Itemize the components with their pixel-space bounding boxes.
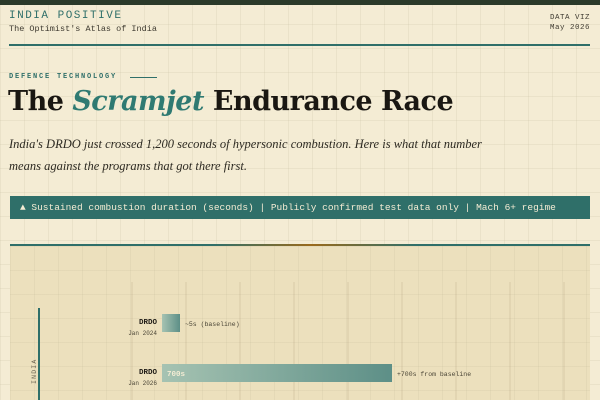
kicker-rule (130, 77, 157, 78)
bar-annotation: ~5s (baseline) (185, 321, 240, 328)
bar-label-program: DRDO (139, 369, 158, 377)
page-title: The Scramjet Endurance Race (8, 86, 454, 117)
brand-name[interactable]: INDIA POSITIVE (9, 10, 122, 22)
bar-label-date: Jan 2024 (128, 330, 157, 337)
chart-svg: INDIA DRDO Jan 2024 ~5s (baseline) DRDO Jan … (31, 282, 565, 400)
bar-annotation: +700s from baseline (397, 371, 471, 378)
brand-tagline: The Optimist's Atlas of India (9, 24, 157, 34)
bar[interactable] (162, 314, 180, 332)
top-bar (0, 0, 600, 5)
headline-pre: The (8, 86, 73, 117)
bar-value-label: 700s (167, 371, 186, 379)
section-kicker: DEFENCE TECHNOLOGY (9, 73, 118, 81)
publication-meta: DATA VIZ May 2026 (550, 13, 590, 33)
chart-bars: DRDO Jan 2024 ~5s (baseline) DRDO Jan 2026 70… (128, 314, 471, 387)
headline-accent: Scramjet (72, 86, 204, 117)
group-label-india: INDIA (31, 358, 38, 384)
header-rule (9, 44, 590, 46)
chart-panel: INDIA DRDO Jan 2024 ~5s (baseline) DRDO Jan … (10, 246, 590, 400)
bar-label-program: DRDO (139, 319, 158, 327)
bar[interactable] (162, 364, 392, 382)
headline-post: Endurance Race (203, 86, 454, 117)
article-dek: India's DRDO just crossed 1,200 seconds … (9, 137, 482, 173)
chart-legend-banner: ▲ Sustained combustion duration (seconds… (10, 196, 590, 219)
bar-label-date: Jan 2026 (128, 380, 157, 387)
meta-date: May 2026 (549, 24, 590, 32)
chart-grid (131, 282, 565, 400)
meta-type: DATA VIZ (549, 14, 590, 22)
